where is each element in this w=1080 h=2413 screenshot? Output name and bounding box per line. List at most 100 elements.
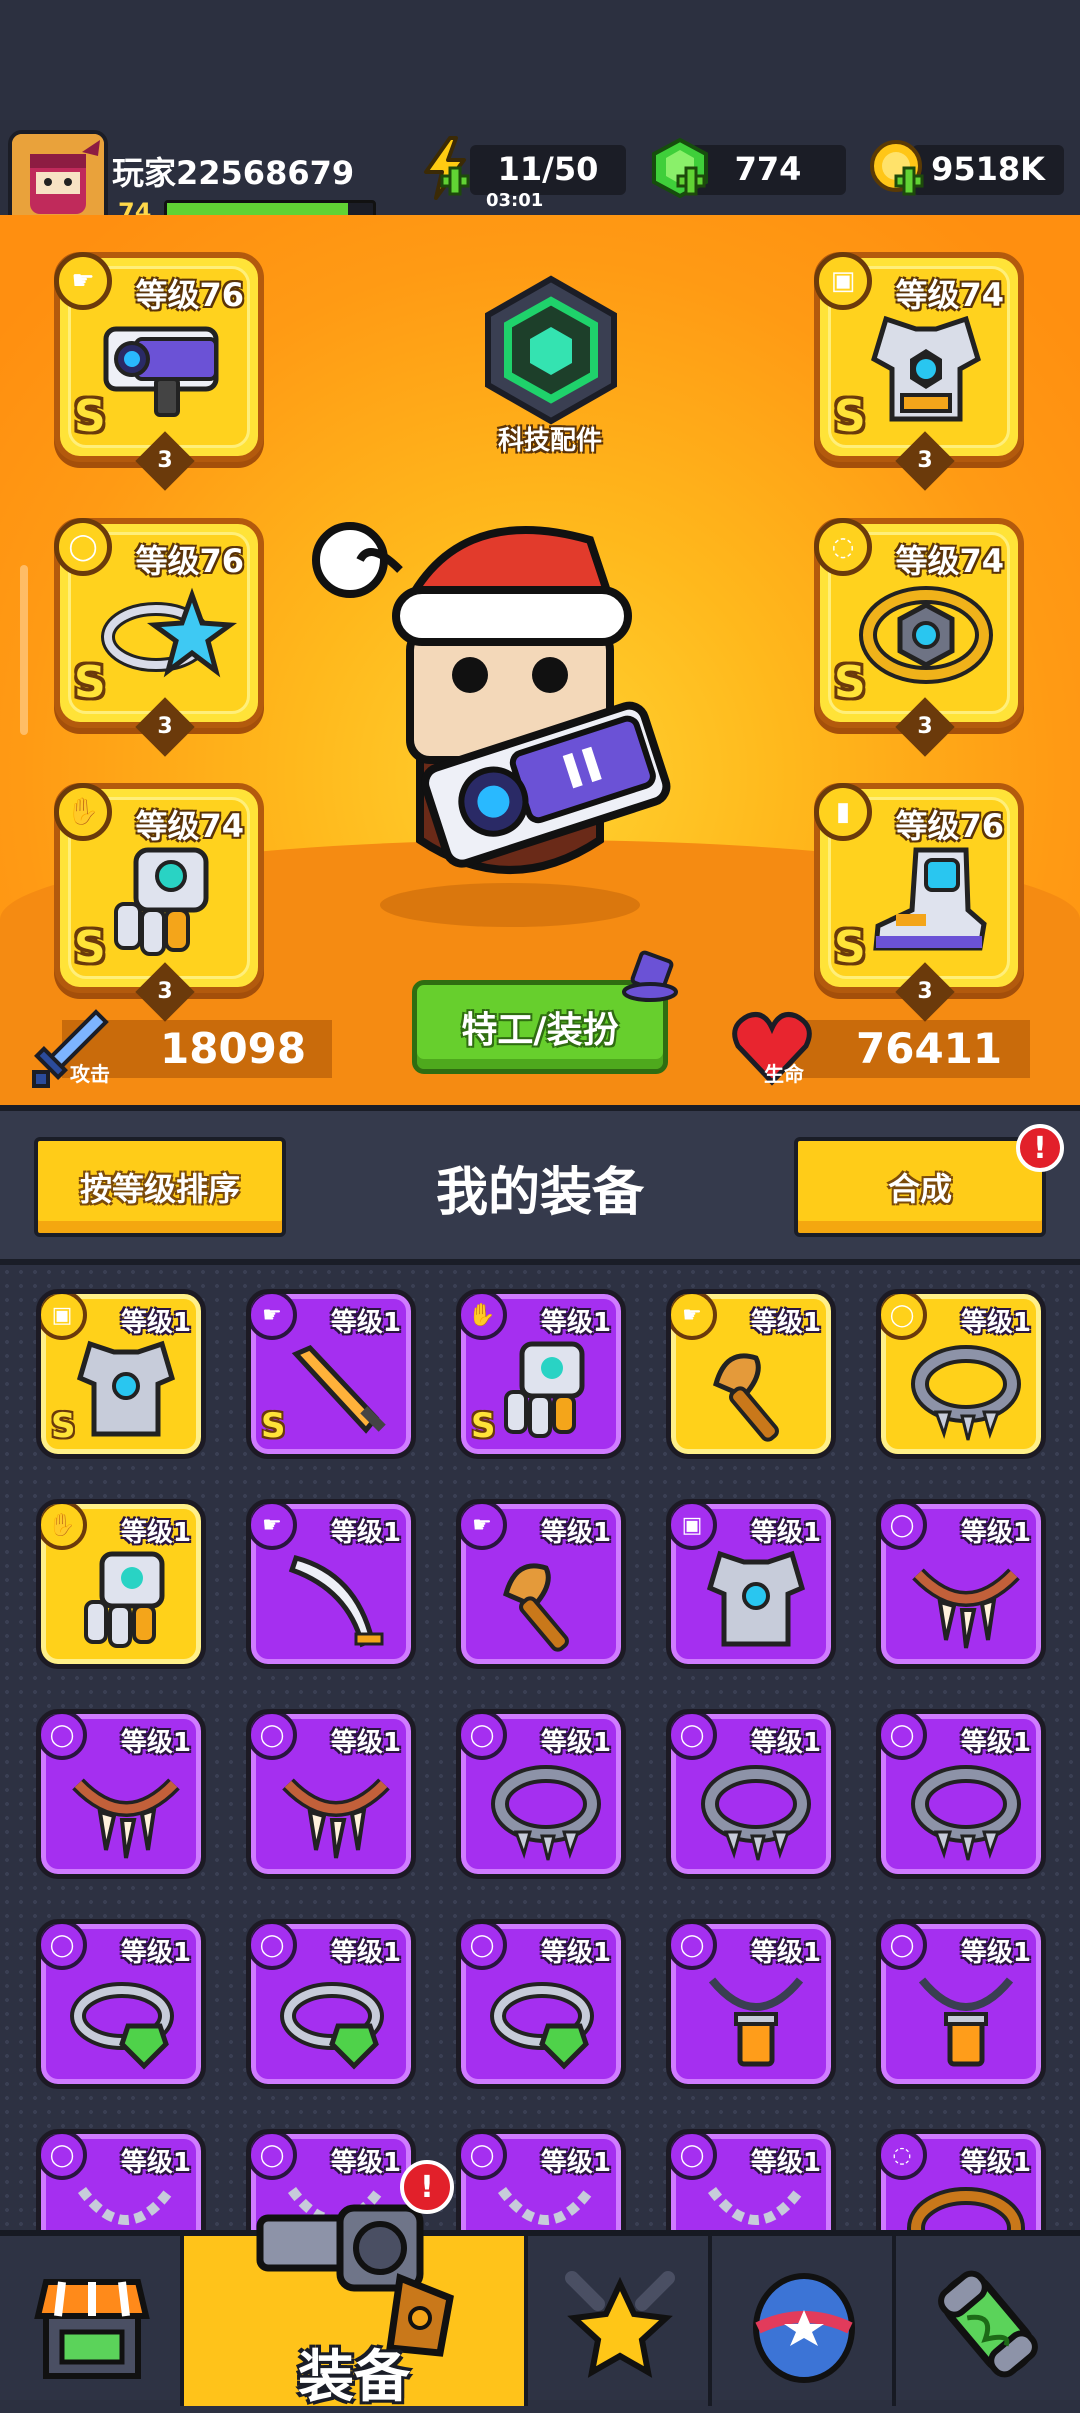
gauntlet-icon (114, 847, 209, 956)
item-type-icon: ▣ (671, 1504, 717, 1550)
lantern-necklace-icon (918, 1977, 1014, 2067)
inventory-item[interactable]: ◯ 等级1 (876, 1709, 1046, 1879)
inventory-item[interactable]: ☛ 等级1 (456, 1499, 626, 1669)
inventory-item[interactable]: ◯ 等级1 (456, 1919, 626, 2089)
nav-tab-talent[interactable] (528, 2236, 712, 2406)
equipment-alert-badge: ! (400, 2160, 454, 2214)
inventory-item[interactable]: ◯ 等级1 (36, 1709, 206, 1879)
chain-necklace-icon (707, 2186, 805, 2225)
inventory-item[interactable]: ✋ 等级1 (36, 1499, 206, 1669)
inventory-item[interactable]: ◯ 等级1 (36, 2129, 206, 2230)
equip-slot-weapon[interactable]: ☛ 等级76 S 3 (54, 252, 264, 491)
slot-rank: S (74, 657, 106, 708)
item-rank: S (471, 1406, 496, 1446)
dna-capsule-icon (938, 2270, 1038, 2378)
fang-necklace-icon (282, 1778, 390, 1859)
inventory-item[interactable]: ▣ 等级1 S (36, 1289, 206, 1459)
system-status-area (0, 0, 1080, 120)
spiked-collar-icon (491, 1765, 601, 1861)
item-level: 等级1 (540, 1938, 611, 1968)
inventory-item[interactable]: ✋ 等级1 S (456, 1289, 626, 1459)
slot-level: 等级74 (135, 807, 244, 845)
inventory-item[interactable]: ◯ 等级1 (36, 1919, 206, 2089)
inventory-item[interactable]: ◯ 等级1 (666, 1709, 836, 1879)
slot-level: 等级76 (135, 542, 244, 580)
item-type-icon: ◯ (671, 2134, 717, 2180)
nav-tab-shop[interactable] (0, 2236, 184, 2406)
item-type-icon: ◌ (881, 2134, 927, 2180)
coins-value: 9518K (931, 150, 1045, 188)
item-level: 等级1 (750, 1728, 821, 1758)
hp-label: 生命 (764, 1062, 804, 1086)
inventory-item[interactable]: ◯ 等级1 (876, 1289, 1046, 1459)
item-type-icon: ☛ (671, 1294, 717, 1340)
inventory-item[interactable]: ◯ 等级1 (246, 1919, 416, 2089)
inventory-item[interactable]: ☛ 等级1 S (246, 1289, 416, 1459)
item-type-icon: ◯ (461, 1924, 507, 1970)
nav-tab-gacha[interactable] (712, 2236, 896, 2406)
gem-ring-icon (490, 1982, 594, 2070)
item-type-icon: ◯ (41, 2134, 87, 2180)
slot-star-badge: 3 (135, 697, 195, 757)
star-swords-icon (565, 2271, 675, 2378)
sort-by-level-button[interactable]: 按等级排序 (34, 1137, 286, 1237)
slot-level: 等级76 (135, 276, 244, 314)
inventory-item[interactable]: ◯ 等级1 (666, 2129, 836, 2230)
item-type-icon: ◯ (251, 1924, 297, 1970)
belt-type-icon: ◌ (814, 518, 872, 576)
inventory-title: 我的装备 (435, 1163, 644, 1223)
item-type-icon: ◯ (251, 2134, 297, 2180)
slot-stars: 3 (917, 714, 933, 739)
inventory-item[interactable]: ◌ 等级1 (876, 2129, 1046, 2230)
tech-accessory-icon[interactable] (476, 275, 626, 425)
inventory-item[interactable]: ◯ 等级1 (456, 1709, 626, 1879)
item-level: 等级1 (120, 1728, 191, 1758)
nav-tab-equipment[interactable]: 装备 ! (184, 2160, 528, 2410)
santa-hero-character[interactable] (300, 480, 720, 930)
item-type-icon: ◯ (41, 1924, 87, 1970)
inventory-item[interactable]: ☛ 等级1 (666, 1289, 836, 1459)
gauntlet-icon (504, 1341, 585, 1438)
inventory-item[interactable]: ◯ 等级1 (666, 1919, 836, 2089)
equip-slot-gloves[interactable]: ✋ 等级74 S 3 (54, 783, 264, 1022)
star-egg-icon (753, 2273, 855, 2383)
item-level: 等级1 (750, 1518, 821, 1548)
item-rank: S (261, 1406, 286, 1446)
inventory-item[interactable]: ◯ 等级1 (876, 1919, 1046, 2089)
equip-slot-boots[interactable]: ▮ 等级76 S 3 (814, 783, 1024, 1022)
lantern-necklace-icon (708, 1977, 804, 2067)
equip-slot-armor[interactable]: ▣ 等级74 S 3 (814, 252, 1024, 491)
inventory-item[interactable]: ▣ 等级1 (666, 1499, 836, 1669)
equip-slot-belt[interactable]: ◌ 等级74 S 3 (814, 518, 1024, 757)
item-level: 等级1 (540, 1518, 611, 1548)
item-level: 等级1 (330, 1308, 401, 1338)
gem-ring-icon (280, 1982, 384, 2070)
hp-value: 76411 (856, 1024, 1003, 1073)
item-level: 等级1 (540, 1308, 611, 1338)
fang-necklace-icon (72, 1778, 180, 1859)
slot-stars: 3 (157, 448, 173, 473)
fang-necklace-icon (912, 1568, 1020, 1649)
slot-level: 等级76 (895, 807, 1004, 845)
item-level: 等级1 (330, 2148, 401, 2178)
armor-icon (706, 1550, 806, 1647)
inventory-item[interactable]: ☛ 等级1 (246, 1499, 416, 1669)
slot-level: 等级74 (895, 276, 1004, 314)
scimitar-icon (288, 1554, 384, 1648)
item-level: 等级1 (960, 1308, 1031, 1338)
tech-accessory-label: 科技配件 (497, 426, 602, 456)
inventory-item[interactable]: ◯ 等级1 (876, 1499, 1046, 1669)
item-type-icon: ◯ (881, 1294, 927, 1340)
inventory-item[interactable]: ◯ 等级1 (456, 2129, 626, 2230)
item-type-icon: ◯ (671, 1714, 717, 1760)
inventory-item[interactable]: ◯ 等级1 (246, 1709, 416, 1879)
equip-slot-ring[interactable]: ◯ 等级76 S 3 (54, 518, 264, 757)
item-rank: S (51, 1406, 76, 1446)
item-level: 等级1 (960, 1728, 1031, 1758)
item-type-icon: ◯ (41, 1714, 87, 1760)
item-type-icon: ◯ (671, 1924, 717, 1970)
slot-star-badge: 3 (135, 431, 195, 491)
item-level: 等级1 (540, 1728, 611, 1758)
merge-button[interactable]: 合成 (794, 1137, 1046, 1237)
nav-tab-evolve[interactable] (896, 2236, 1080, 2406)
